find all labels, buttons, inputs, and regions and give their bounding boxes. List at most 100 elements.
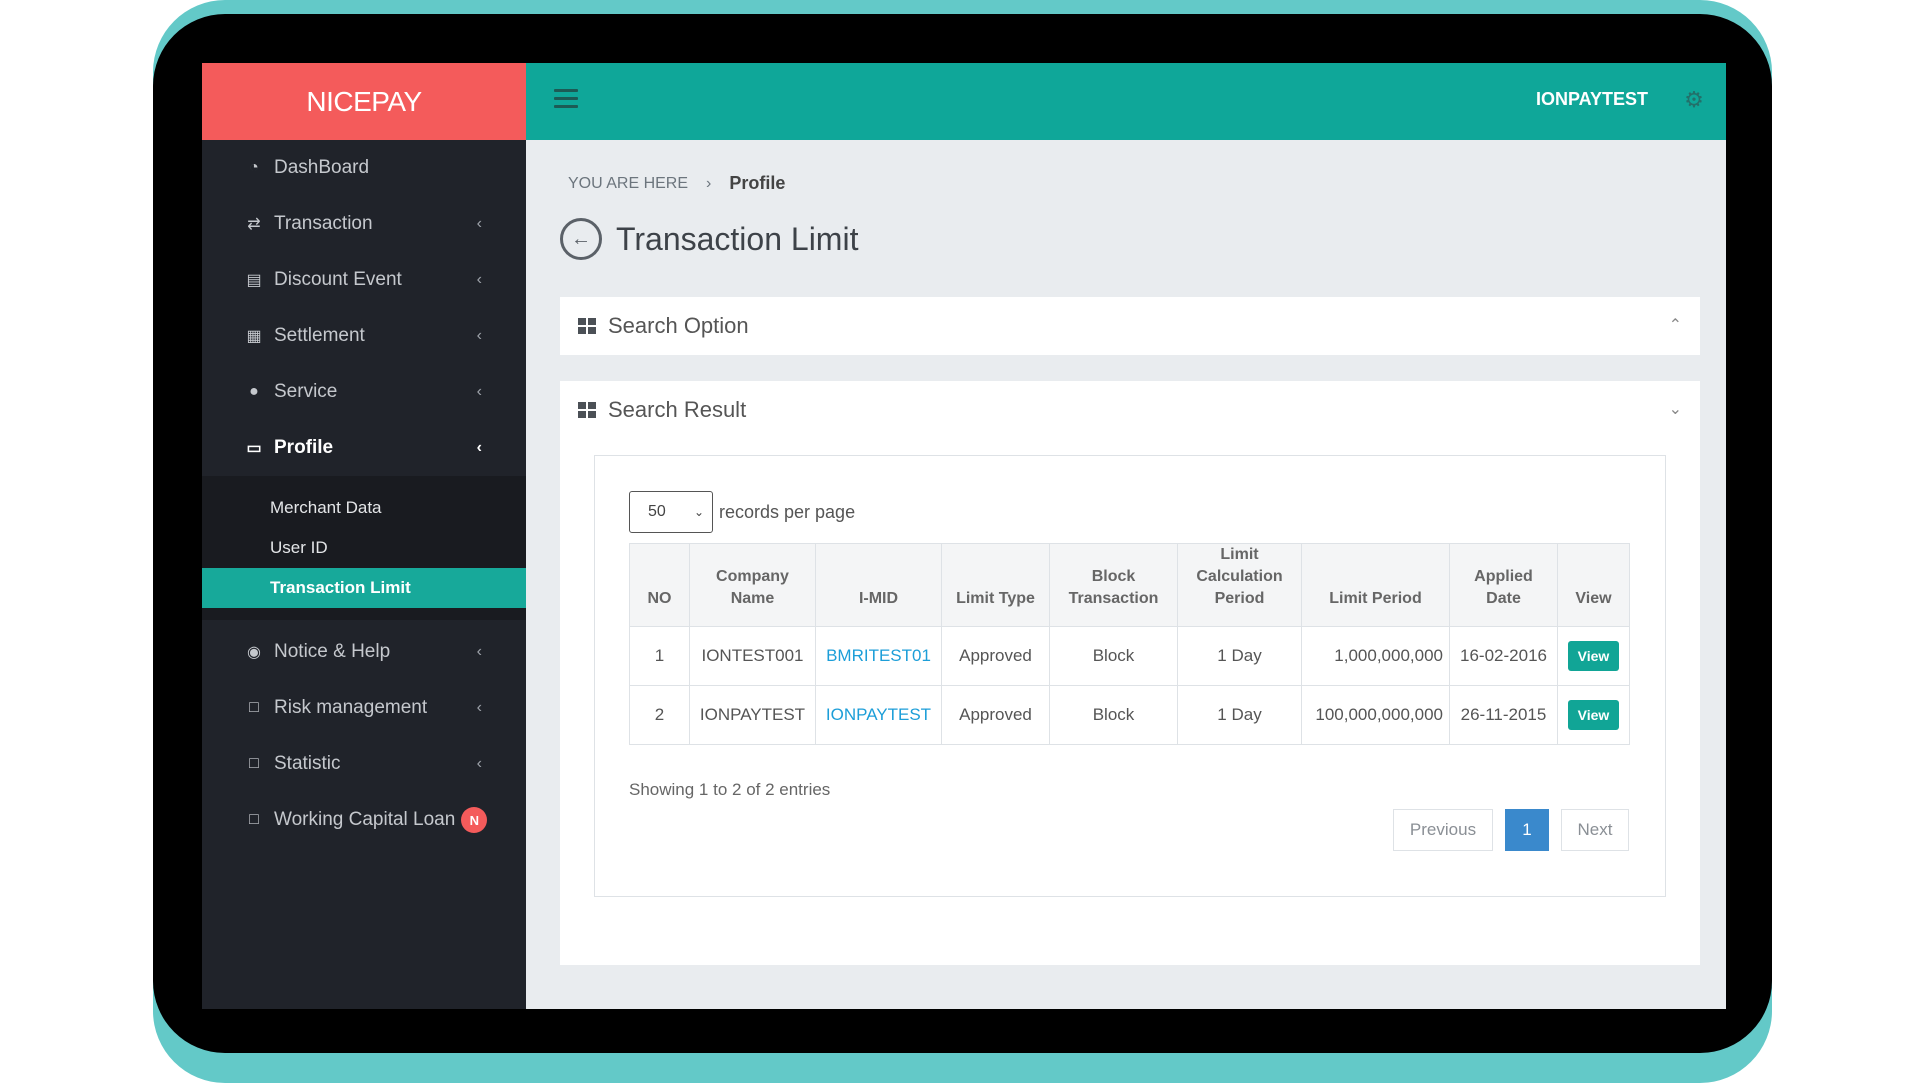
chevron-left-icon: ‹ — [476, 215, 482, 232]
sidebar-item-transaction[interactable]: ⇄ Transaction ‹ — [202, 196, 526, 252]
cell-imid: IONPAYTEST — [815, 685, 942, 745]
folder-icon: □ — [249, 699, 259, 716]
table-row: 1 IONTEST001 BMRITEST01 Approved Block 1… — [629, 626, 1630, 686]
page-length-value: 50 — [648, 503, 666, 520]
table-header-row: NO Company Name I-MID Limit Type Block T… — [629, 543, 1630, 627]
sidebar-item-label: Notice & Help — [274, 641, 391, 662]
back-arrow-icon[interactable]: ← — [560, 218, 602, 260]
col-header-applied-date[interactable]: Applied Date — [1449, 543, 1558, 627]
cell-limit-period: 100,000,000,000 — [1301, 685, 1450, 745]
col-header-view: View — [1557, 543, 1630, 627]
search-result-title: Search Result — [608, 397, 747, 422]
sidebar-item-label: DashBoard — [274, 157, 370, 178]
sidebar-item-service[interactable]: ● Service ‹ — [202, 364, 526, 420]
previous-page-button[interactable]: Previous — [1393, 809, 1493, 851]
sidebar-item-label: Discount Event — [274, 269, 402, 290]
cell-no: 2 — [629, 685, 690, 745]
next-page-button[interactable]: Next — [1561, 809, 1629, 851]
main-content: YOU ARE HERE › Profile ← Transaction Lim… — [526, 140, 1726, 1009]
monitor-icon: ▭ — [246, 440, 262, 457]
dashboard-icon: ◔ — [249, 159, 259, 176]
page-length-control: 50 ⌄ records per page — [629, 491, 855, 533]
new-badge: N — [461, 807, 488, 833]
search-option-title: Search Option — [608, 313, 749, 338]
sidebar: NICEPAY ◔ DashBoard ⇄ Transaction ‹ ▤ Di… — [202, 63, 526, 1009]
folder-icon: □ — [249, 755, 259, 772]
sidebar-item-risk-management[interactable]: □ Risk management ‹ — [202, 680, 526, 736]
calendar-icon: ▦ — [246, 328, 262, 345]
app-screen: NICEPAY ◔ DashBoard ⇄ Transaction ‹ ▤ Di… — [202, 63, 1726, 1009]
imid-link[interactable]: BMRITEST01 — [826, 646, 931, 665]
cell-view: View — [1557, 626, 1630, 686]
view-button[interactable]: View — [1567, 641, 1620, 671]
col-header-limit-calculation-period[interactable]: Limit Calculation Period — [1177, 543, 1302, 627]
chevron-down-icon[interactable]: ⌄ — [1669, 399, 1682, 419]
page-title: Transaction Limit — [616, 220, 859, 257]
search-result-header[interactable]: Search Result ⌄ — [560, 381, 1700, 439]
grid-icon — [578, 318, 596, 334]
result-table-wrapper: 50 ⌄ records per page NO Company Name I-… — [594, 455, 1666, 897]
transaction-limit-table: NO Company Name I-MID Limit Type Block T… — [629, 543, 1630, 745]
cell-calc-period: 1 Day — [1177, 626, 1302, 686]
breadcrumb: YOU ARE HERE › Profile — [568, 173, 785, 194]
cell-no: 1 — [629, 626, 690, 686]
cell-view: View — [1557, 685, 1630, 745]
sidebar-item-label: Working Capital Loan — [274, 809, 456, 830]
breadcrumb-prefix: YOU ARE HERE — [568, 174, 689, 192]
sidebar-item-settlement[interactable]: ▦ Settlement ‹ — [202, 308, 526, 364]
page-1-button[interactable]: 1 — [1505, 809, 1549, 851]
exchange-icon: ⇄ — [247, 216, 261, 233]
cell-limit-period: 1,000,000,000 — [1301, 626, 1450, 686]
imid-link[interactable]: IONPAYTEST — [826, 705, 931, 724]
search-option-header[interactable]: Search Option ⌃ — [560, 297, 1700, 355]
col-header-no[interactable]: NO — [629, 543, 690, 627]
sidebar-item-label: Profile — [274, 437, 334, 458]
col-header-block-transaction[interactable]: Block Transaction — [1049, 543, 1178, 627]
users-icon: ● — [249, 383, 259, 400]
cell-block-transaction: Block — [1049, 685, 1178, 745]
user-name[interactable]: IONPAYTEST — [1536, 89, 1648, 110]
col-header-limit-period[interactable]: Limit Period — [1301, 543, 1450, 627]
sidebar-item-working-capital-loan[interactable]: □ Working Capital Loan N — [202, 792, 526, 848]
cell-applied-date: 16-02-2016 — [1449, 626, 1558, 686]
sidebar-item-label: Risk management — [274, 697, 428, 718]
chevron-down-icon: ⌄ — [693, 505, 704, 519]
cell-imid: BMRITEST01 — [815, 626, 942, 686]
sidebar-item-statistic[interactable]: □ Statistic ‹ — [202, 736, 526, 792]
table-row: 2 IONPAYTEST IONPAYTEST Approved Block 1… — [629, 685, 1630, 745]
view-button[interactable]: View — [1567, 700, 1620, 730]
comment-icon: ◉ — [247, 644, 261, 661]
table-info: Showing 1 to 2 of 2 entries — [629, 780, 831, 799]
sidebar-item-dashboard[interactable]: ◔ DashBoard — [202, 140, 526, 196]
submenu-item-transaction-limit[interactable]: Transaction Limit — [202, 568, 526, 608]
grid-icon — [578, 402, 596, 418]
submenu-item-user-id[interactable]: User ID — [202, 528, 526, 568]
cell-limit-type: Approved — [941, 685, 1050, 745]
gear-icon[interactable]: ⚙ — [1682, 88, 1706, 112]
sidebar-item-profile[interactable]: ▭ Profile ‹ — [202, 420, 526, 476]
col-header-imid[interactable]: I-MID — [815, 543, 942, 627]
search-result-panel: Search Result ⌄ 50 ⌄ records per page NO — [560, 381, 1700, 965]
top-bar: IONPAYTEST ⚙ — [526, 63, 1726, 140]
chevron-left-icon: ‹ — [476, 755, 482, 772]
page-length-select[interactable]: 50 ⌄ — [629, 491, 713, 533]
cell-company-name: IONTEST001 — [689, 626, 816, 686]
col-header-limit-type[interactable]: Limit Type — [941, 543, 1050, 627]
sidebar-item-label: Statistic — [274, 753, 341, 774]
sidebar-item-discount-event[interactable]: ▤ Discount Event ‹ — [202, 252, 526, 308]
col-header-company-name[interactable]: Company Name — [689, 543, 816, 627]
brand-logo[interactable]: NICEPAY — [202, 63, 526, 140]
chevron-up-icon[interactable]: ⌃ — [1669, 315, 1682, 335]
cell-company-name: IONPAYTEST — [689, 685, 816, 745]
cell-calc-period: 1 Day — [1177, 685, 1302, 745]
sidebar-item-notice-help[interactable]: ◉ Notice & Help ‹ — [202, 624, 526, 680]
menu-toggle-icon[interactable] — [554, 89, 578, 111]
cell-applied-date: 26-11-2015 — [1449, 685, 1558, 745]
pagination: Previous 1 Next — [1393, 809, 1629, 851]
folder-icon: □ — [249, 811, 259, 828]
sidebar-item-label: Service — [274, 381, 338, 402]
breadcrumb-current[interactable]: Profile — [729, 173, 785, 194]
search-option-panel: Search Option ⌃ — [560, 297, 1700, 355]
cell-limit-type: Approved — [941, 626, 1050, 686]
submenu-item-merchant-data[interactable]: Merchant Data — [202, 488, 526, 528]
